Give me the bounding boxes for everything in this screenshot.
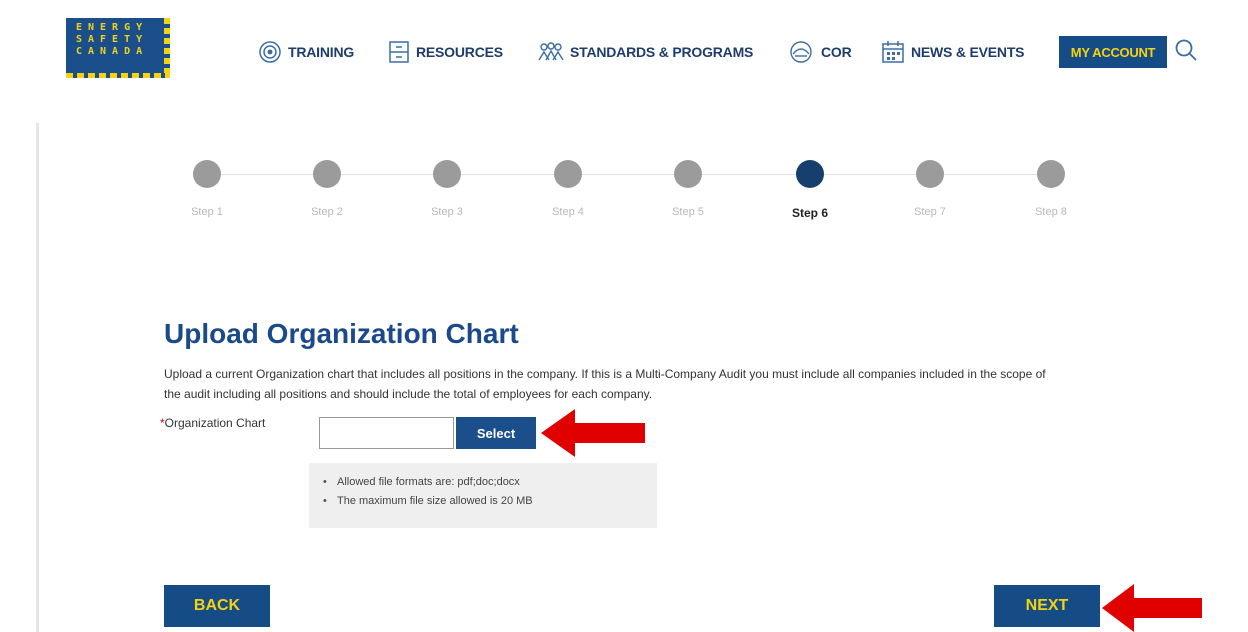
- step-6-current[interactable]: Step 6: [770, 160, 850, 220]
- logo-stripe: [164, 18, 170, 78]
- next-button[interactable]: NEXT: [994, 585, 1100, 627]
- step-1[interactable]: Step 1: [167, 160, 247, 218]
- step-dot: [674, 160, 702, 188]
- search-icon[interactable]: [1174, 38, 1198, 62]
- step-dot: [433, 160, 461, 188]
- step-label: Step 2: [311, 206, 343, 218]
- step-dot-active: [796, 160, 824, 188]
- nav-item-news-events-label: NEWS & EVENTS: [911, 44, 1025, 60]
- step-label: Step 7: [914, 206, 946, 218]
- step-dot: [193, 160, 221, 188]
- annotation-arrow-next: [1102, 584, 1202, 632]
- step-label: Step 8: [1035, 206, 1067, 218]
- my-account-button[interactable]: MY ACCOUNT: [1059, 36, 1167, 68]
- step-7[interactable]: Step 7: [890, 160, 970, 218]
- step-label: Step 3: [431, 206, 463, 218]
- step-dot: [313, 160, 341, 188]
- nav-item-news-events[interactable]: NEWS & EVENTS: [881, 38, 1025, 66]
- organization-chart-label: *Organization Chart: [160, 416, 265, 430]
- step-4[interactable]: Step 4: [528, 160, 608, 218]
- site-header: ENERGY SAFETY CANADA TRAINING RESOURCES …: [0, 0, 1248, 118]
- step-dot: [916, 160, 944, 188]
- logo-line-1: ENERGY: [76, 22, 149, 33]
- nav-item-cor[interactable]: COR: [787, 38, 852, 66]
- step-3[interactable]: Step 3: [407, 160, 487, 218]
- step-8[interactable]: Step 8: [1011, 160, 1091, 218]
- logo-line-2: SAFETY: [76, 34, 149, 45]
- standards-icon: [538, 42, 564, 61]
- organization-chart-label-text: Organization Chart: [164, 416, 266, 430]
- hint-max-size: The maximum file size allowed is 20 MB: [323, 492, 657, 511]
- step-label: Step 1: [191, 206, 223, 218]
- step-label: Step 5: [672, 206, 704, 218]
- step-dot: [554, 160, 582, 188]
- step-label: Step 6: [791, 206, 828, 220]
- nav-item-standards-programs-label: STANDARDS & PROGRAMS: [570, 44, 754, 60]
- step-2[interactable]: Step 2: [287, 160, 367, 218]
- file-requirements-box: Allowed file formats are: pdf;doc;docx T…: [309, 463, 657, 528]
- nav-item-resources[interactable]: RESOURCES: [388, 38, 503, 66]
- annotation-arrow-select: [541, 409, 645, 457]
- step-dot: [1037, 160, 1065, 188]
- page-title: Upload Organization Chart: [164, 318, 519, 349]
- cor-icon: [790, 41, 812, 63]
- page-description: Upload a current Organization chart that…: [164, 367, 1046, 401]
- hint-allowed-formats: Allowed file formats are: pdf;doc;docx: [323, 473, 657, 492]
- nav-item-training-label: TRAINING: [288, 44, 355, 60]
- nav-item-resources-label: RESOURCES: [416, 44, 503, 60]
- organization-chart-file-field[interactable]: [319, 417, 454, 449]
- step-label: Step 4: [552, 206, 584, 218]
- nav-item-standards-programs[interactable]: STANDARDS & PROGRAMS: [538, 38, 753, 66]
- nav-item-training[interactable]: TRAINING: [258, 38, 354, 66]
- logo-line-3: CANADA: [76, 46, 149, 57]
- resources-icon: [389, 41, 409, 63]
- select-file-button[interactable]: Select: [456, 417, 536, 449]
- logo-stripe-bottom: [66, 73, 170, 78]
- nav-item-cor-label: COR: [821, 44, 852, 60]
- training-icon: [259, 41, 281, 63]
- step-5[interactable]: Step 5: [648, 160, 728, 218]
- energy-safety-canada-logo[interactable]: ENERGY SAFETY CANADA: [66, 18, 170, 78]
- back-button[interactable]: BACK: [164, 585, 270, 627]
- news-events-icon: [882, 41, 904, 63]
